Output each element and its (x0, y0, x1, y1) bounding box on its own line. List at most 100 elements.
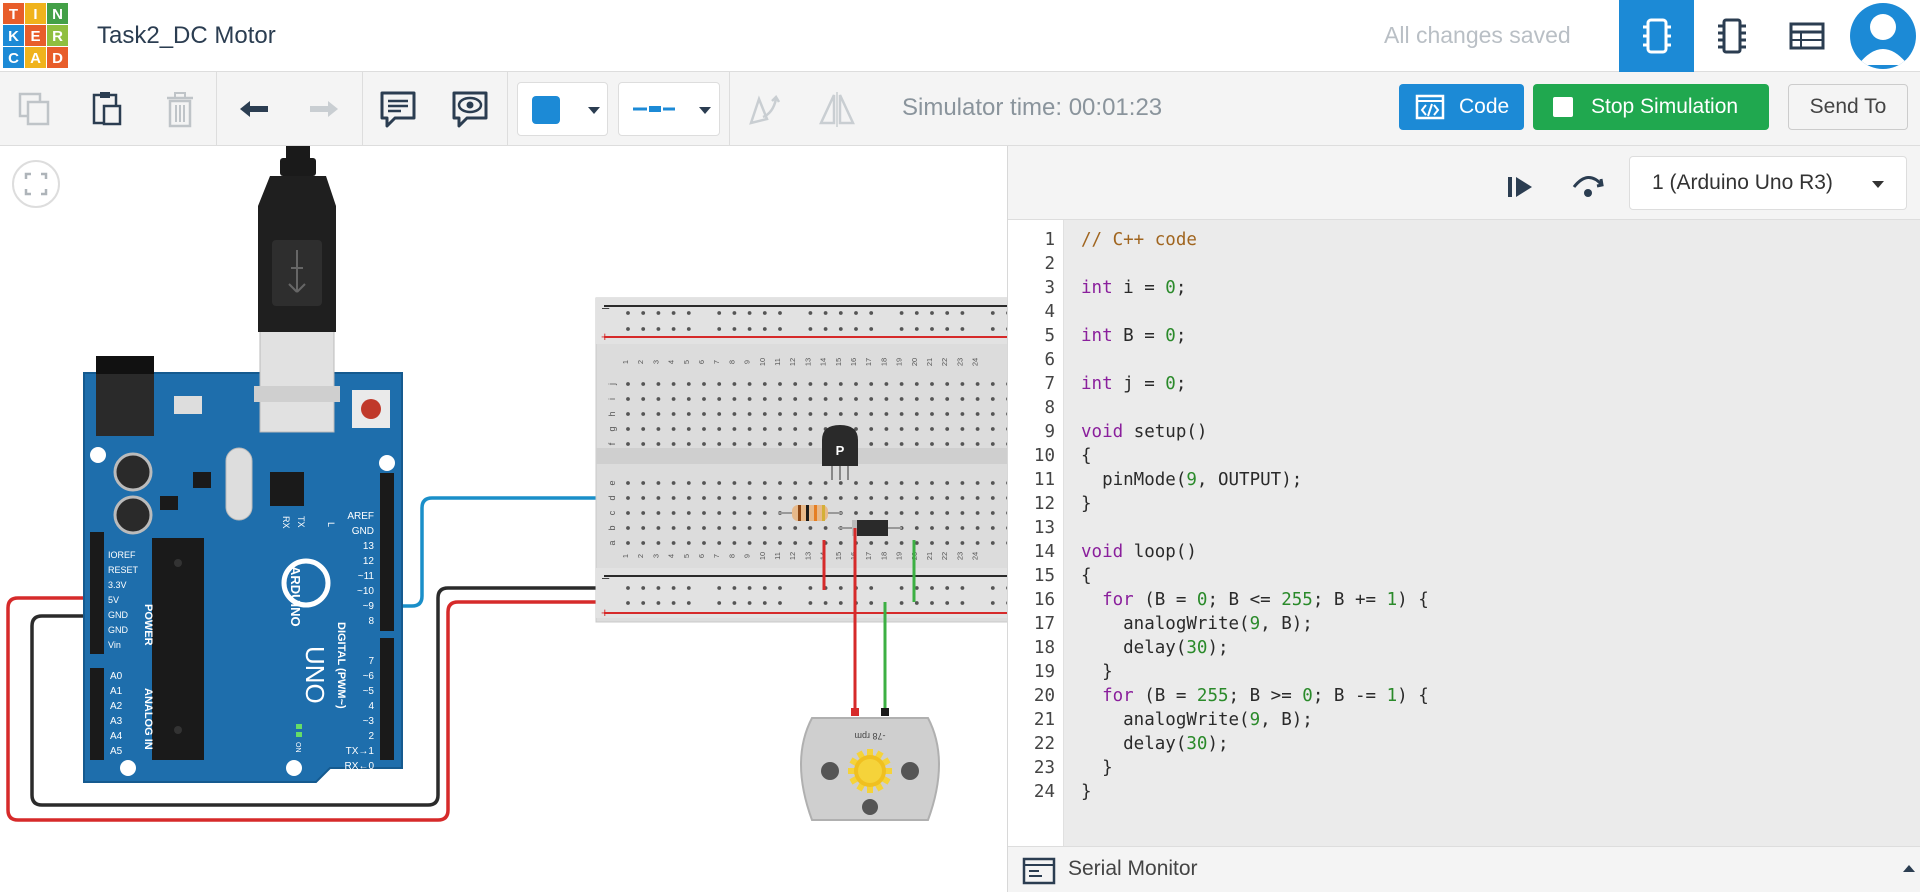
tinkercad-logo[interactable]: T I N K E R C A D (0, 0, 70, 72)
code-line[interactable]: { (1081, 564, 1092, 588)
code-line[interactable]: int j = 0; (1081, 372, 1186, 396)
code-line[interactable]: } (1081, 756, 1113, 780)
hole (732, 481, 737, 485)
rotate-button[interactable] (738, 84, 788, 134)
code-token: B = (1112, 326, 1166, 346)
code-line[interactable]: { (1081, 444, 1092, 468)
line-number: 24 (1033, 782, 1055, 802)
wire-style-dropdown[interactable] (618, 82, 720, 136)
usb-cable[interactable] (258, 146, 336, 376)
code-line[interactable]: int B = 0; (1081, 324, 1186, 348)
keyword-token: for (1102, 686, 1134, 706)
code-line[interactable]: pinMode(9, OUTPUT); (1081, 468, 1302, 492)
fill-color-dropdown[interactable] (517, 82, 608, 136)
stop-simulation-button[interactable]: Stop Simulation (1533, 84, 1769, 130)
hole (656, 601, 661, 605)
debug-continue-button[interactable] (1496, 163, 1544, 211)
code-editor[interactable]: 1 2 3 4 5 6 7 8 9 10 11 12 13 14 15 16 17 18 19 20 21 22 23 24 … (1008, 220, 1920, 846)
code-line[interactable]: delay(30); (1081, 636, 1228, 660)
breadboard[interactable]: – + – + 11223344556677889910101111121213… (595, 297, 1007, 623)
hole (960, 526, 965, 530)
schematic-view-button[interactable] (1694, 0, 1769, 72)
hole (778, 427, 782, 431)
hole (778, 311, 782, 315)
redo-button[interactable] (299, 84, 349, 134)
code-line[interactable]: analogWrite(9, B); (1081, 708, 1313, 732)
hole (899, 601, 904, 605)
hole (838, 541, 843, 545)
hole (808, 311, 813, 315)
hole (884, 481, 889, 485)
code-token: pinMode( (1081, 470, 1187, 490)
code-token: ; B -= (1312, 686, 1387, 706)
hole (899, 412, 904, 416)
hole (975, 496, 980, 500)
hole (899, 427, 904, 431)
code-line[interactable]: analogWrite(9, B); (1081, 612, 1313, 636)
logo-letter: N (52, 6, 63, 23)
notes-button[interactable] (373, 84, 423, 134)
hole (671, 412, 676, 416)
code-line[interactable]: } (1081, 780, 1092, 804)
number-token: 9 (1249, 614, 1261, 634)
hole (641, 327, 646, 331)
circuit-canvas[interactable]: IOREF RESET 3.3V 5V GND GND Vin A0 A1 A2… (0, 146, 1007, 892)
code-line[interactable]: for (B = 0; B <= 255; B += 1) { (1081, 588, 1429, 612)
hole (702, 382, 706, 386)
code-panel-header: 1 (Arduino Uno R3) (1008, 146, 1920, 220)
hole (747, 412, 752, 416)
hole (854, 397, 858, 401)
code-line[interactable]: for (B = 255; B >= 0; B -= 1) { (1081, 684, 1429, 708)
pin-label: ~6 (363, 671, 375, 682)
hole (884, 427, 889, 431)
send-to-button[interactable]: Send To (1788, 84, 1908, 130)
code-line[interactable]: int i = 0; (1081, 276, 1186, 300)
code-line[interactable]: void setup() (1081, 420, 1207, 444)
hole (747, 481, 752, 485)
delete-button[interactable] (155, 84, 205, 134)
hole (747, 382, 752, 386)
chevron-up-icon[interactable] (1903, 865, 1915, 872)
fit-view-button[interactable] (12, 160, 60, 208)
copy-button[interactable] (10, 84, 60, 134)
pin-label: A3 (110, 716, 123, 727)
board-select-dropdown[interactable]: 1 (Arduino Uno R3) (1629, 156, 1907, 210)
paste-button[interactable] (81, 84, 131, 134)
code-line[interactable]: // C++ code (1081, 228, 1197, 252)
hole (793, 382, 798, 386)
column-number: 9 (743, 360, 752, 364)
user-avatar[interactable] (1850, 3, 1916, 69)
hole (702, 526, 706, 530)
serial-monitor-bar[interactable]: Serial Monitor (1008, 846, 1920, 892)
hole (930, 586, 934, 590)
code-line[interactable]: } (1081, 660, 1113, 684)
hole (823, 601, 828, 605)
hole (960, 511, 965, 515)
component-list-view-button[interactable] (1769, 0, 1844, 72)
code-line[interactable]: } (1081, 492, 1092, 516)
toggle-notes-visibility-button[interactable] (445, 84, 495, 134)
hole (762, 511, 767, 515)
column-number: 6 (697, 360, 706, 364)
hole (793, 526, 798, 530)
code-line[interactable]: delay(30); (1081, 732, 1228, 756)
project-title[interactable]: Task2_DC Motor (97, 22, 276, 50)
hole (854, 496, 858, 500)
pin-label: GND (108, 610, 129, 620)
arduino-uno-board[interactable]: IOREF RESET 3.3V 5V GND GND Vin A0 A1 A2… (83, 289, 403, 783)
hole (823, 412, 828, 416)
dc-motor[interactable]: -78 rpm (800, 717, 940, 821)
code-line[interactable]: void loop() (1081, 540, 1197, 564)
debug-step-over-button[interactable] (1564, 163, 1612, 211)
hole (914, 311, 919, 315)
circuit-view-button[interactable] (1619, 0, 1694, 72)
hole (808, 412, 813, 416)
flip-button[interactable] (812, 84, 862, 134)
hole (656, 427, 661, 431)
hole (899, 541, 904, 545)
code-button[interactable]: Code (1399, 84, 1524, 130)
undo-button[interactable] (229, 84, 279, 134)
hole (626, 541, 630, 545)
hole (990, 481, 995, 485)
hole (671, 397, 676, 401)
